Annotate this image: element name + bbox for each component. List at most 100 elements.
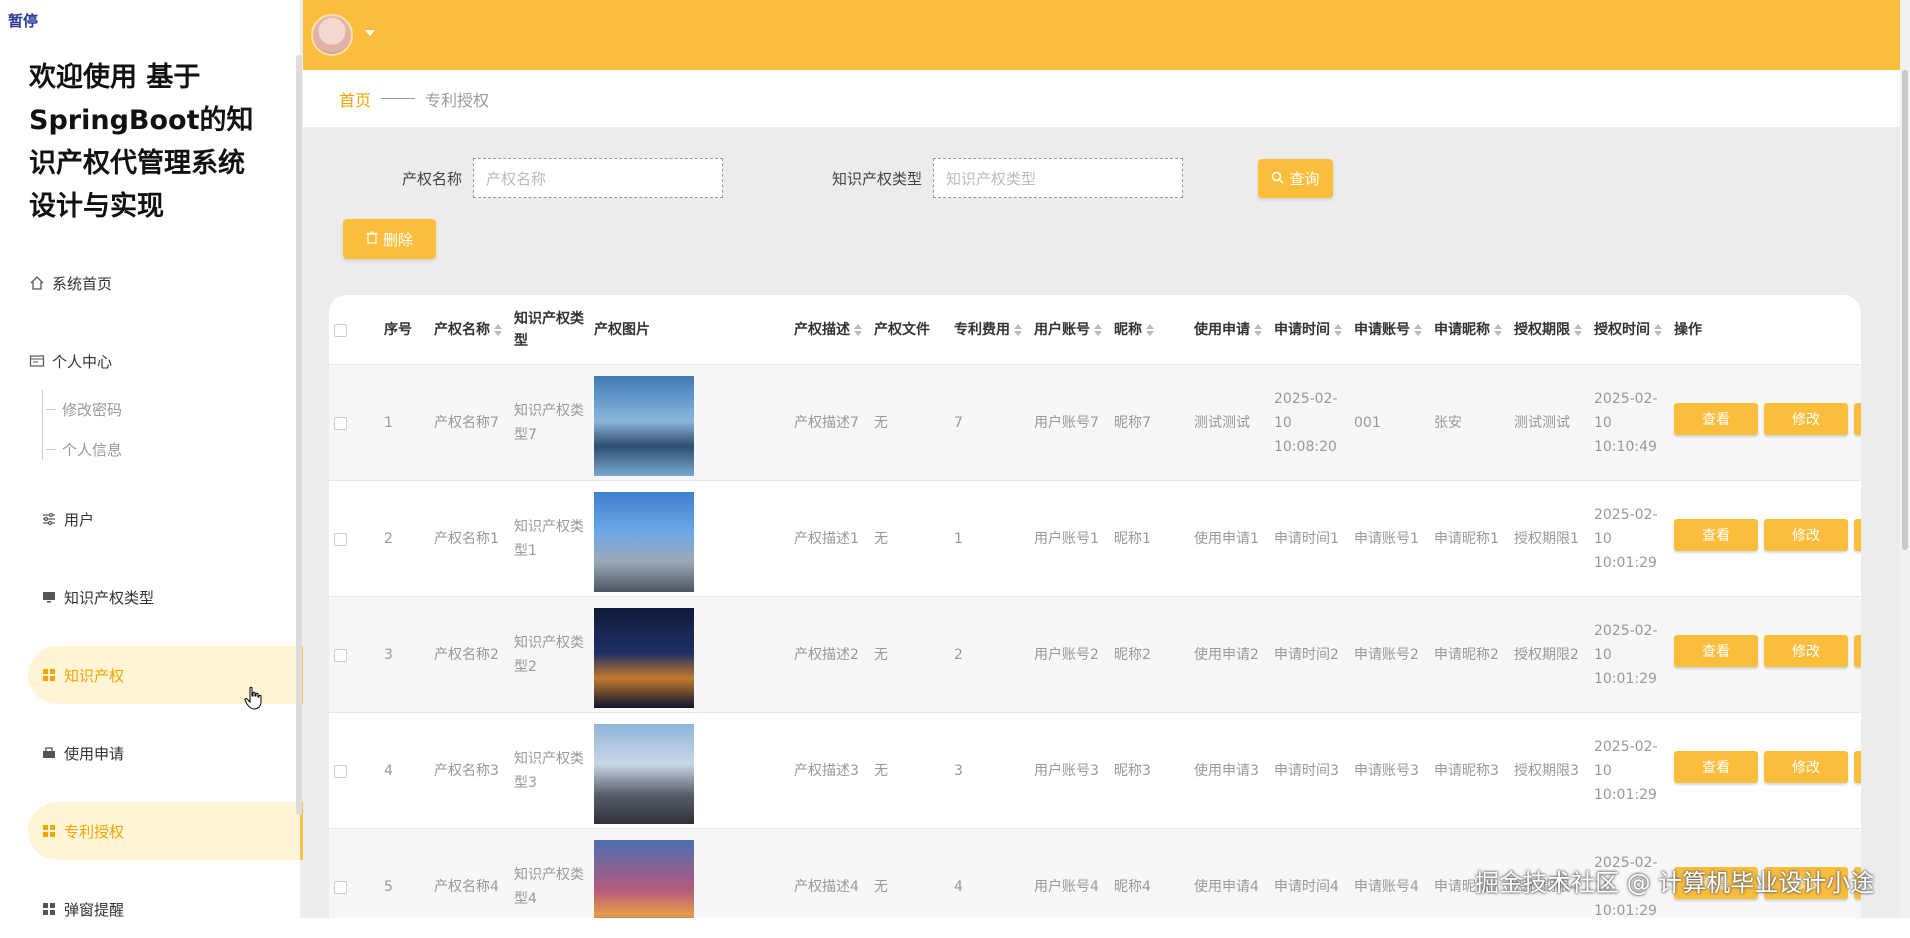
breadcrumb: 首页 专利授权 — [303, 70, 1900, 128]
cell-fee: 3 — [954, 763, 963, 779]
header-label: 用户账号 — [1034, 322, 1090, 338]
cell-name: 产权名称2 — [434, 647, 499, 663]
header-label: 申请昵称 — [1434, 322, 1490, 338]
more-action-button[interactable] — [1854, 519, 1861, 551]
sidebar-item-home[interactable]: 系统首页 — [28, 254, 303, 312]
cell-type: 知识产权类型1 — [514, 519, 584, 559]
select-all-checkbox[interactable] — [334, 295, 347, 365]
cell-period: 授权期限1 — [1514, 531, 1579, 547]
sort-icon[interactable] — [1254, 324, 1262, 336]
row-checkbox[interactable] — [334, 597, 347, 713]
cell-nick: 昵称1 — [1114, 531, 1151, 547]
breadcrumb-home[interactable]: 首页 — [339, 87, 371, 111]
cell-apply-time: 申请时间4 — [1274, 879, 1339, 895]
breadcrumb-separator — [381, 98, 416, 99]
header-grant-time[interactable]: 授权时间 — [1594, 295, 1662, 365]
edit-button[interactable]: 修改 — [1764, 403, 1848, 435]
sidebar-item-profile[interactable]: 个人中心 — [28, 332, 303, 390]
avatar[interactable] — [311, 14, 353, 56]
view-button-label: 查看 — [1702, 528, 1730, 544]
sort-icon[interactable] — [1094, 324, 1102, 336]
sort-icon[interactable] — [1574, 324, 1582, 336]
edit-button[interactable]: 修改 — [1764, 519, 1848, 551]
sidebar-subitem-change-password[interactable]: 修改密码 — [46, 399, 122, 420]
data-table: 序号 产权名称 知识产权类型 产权图片 产权描述 产权文件 专利费用 用户账号 … — [329, 295, 1861, 918]
row-checkbox[interactable] — [334, 829, 347, 918]
sidebar-item-ip-type[interactable]: 知识产权类型 — [28, 568, 303, 626]
header-label: 授权时间 — [1594, 322, 1650, 338]
cell-type: 知识产权类型3 — [514, 751, 584, 791]
row-checkbox[interactable] — [334, 713, 347, 829]
header-apply-nick[interactable]: 申请昵称 — [1434, 295, 1502, 365]
query-button[interactable]: 查询 — [1258, 159, 1333, 198]
view-button-label: 查看 — [1702, 644, 1730, 660]
view-button[interactable]: 查看 — [1674, 519, 1758, 551]
cell-apply-account: 申请账号1 — [1354, 531, 1419, 547]
sort-icon[interactable] — [1654, 324, 1662, 336]
sidebar-item-label: 使用申请 — [64, 744, 125, 763]
name-filter-label: 产权名称 — [402, 170, 463, 188]
cell-nick: 昵称4 — [1114, 879, 1151, 895]
edit-button[interactable]: 修改 — [1764, 635, 1848, 667]
header-account[interactable]: 用户账号 — [1034, 295, 1102, 365]
delete-button[interactable]: 删除 — [343, 219, 436, 259]
header-label: 产权描述 — [794, 322, 850, 338]
more-action-button[interactable] — [1854, 403, 1861, 435]
cell-apply-nick: 申请昵称3 — [1434, 763, 1499, 779]
sidebar: 欢迎使用 基于SpringBoot的知识产权代管理系统设计与实现 系统首页 个人… — [0, 0, 303, 919]
sort-icon[interactable] — [1414, 324, 1422, 336]
more-action-button[interactable] — [1854, 635, 1861, 667]
more-action-button[interactable] — [1854, 751, 1861, 783]
sidebar-item-patent-grant[interactable]: 专利授权 — [28, 802, 303, 860]
cell-period: 授权期限3 — [1514, 763, 1579, 779]
header-fee[interactable]: 专利费用 — [954, 295, 1022, 365]
row-checkbox[interactable] — [334, 481, 347, 597]
sidebar-item-label: 用户 — [64, 510, 95, 529]
header-apply-account[interactable]: 申请账号 — [1354, 295, 1422, 365]
cell-account: 用户账号1 — [1034, 531, 1099, 547]
cell-name: 产权名称7 — [434, 415, 499, 431]
sub-item-label: 修改密码 — [62, 401, 123, 419]
header-apply-time[interactable]: 申请时间 — [1274, 295, 1342, 365]
edit-button[interactable]: 修改 — [1764, 751, 1848, 783]
table-row: 3 产权名称2 知识产权类型2 产权描述2 无 2 用户账号2 昵称2 使用申请2 申请时间2 申请… — [329, 597, 1861, 713]
sort-icon[interactable] — [1014, 324, 1022, 336]
cell-apply: 使用申请4 — [1194, 879, 1259, 895]
sort-icon[interactable] — [494, 324, 502, 336]
sort-icon[interactable] — [1334, 324, 1342, 336]
header-label: 申请时间 — [1274, 322, 1330, 338]
cell-grant-time: 2025-02-10 10:01:29 — [1594, 623, 1658, 687]
cell-type: 知识产权类型4 — [514, 867, 584, 907]
header-image: 产权图片 — [594, 322, 650, 338]
row-checkbox[interactable] — [334, 365, 347, 481]
type-filter-input[interactable]: 知识产权类型 — [933, 158, 1183, 198]
header-nick[interactable]: 昵称 — [1114, 295, 1154, 365]
view-button[interactable]: 查看 — [1674, 635, 1758, 667]
sidebar-item-users[interactable]: 用户 — [28, 490, 303, 548]
sidebar-scrollbar[interactable] — [296, 55, 302, 815]
header-ops: 操作 — [1674, 322, 1702, 338]
cell-account: 用户账号3 — [1034, 763, 1099, 779]
sort-icon[interactable] — [1494, 324, 1502, 336]
cell-file: 无 — [874, 415, 888, 431]
header-name[interactable]: 产权名称 — [434, 295, 502, 365]
sort-icon[interactable] — [1146, 324, 1154, 336]
sidebar-subitem-personal-info[interactable]: 个人信息 — [46, 439, 122, 460]
header-period[interactable]: 授权期限 — [1514, 295, 1582, 365]
view-button[interactable]: 查看 — [1674, 751, 1758, 783]
header-apply[interactable]: 使用申请 — [1194, 295, 1262, 365]
name-filter-placeholder: 产权名称 — [486, 169, 547, 188]
page-scrollbar[interactable] — [1900, 0, 1910, 918]
sidebar-item-usage-apply[interactable]: 使用申请 — [28, 724, 303, 782]
header-desc[interactable]: 产权描述 — [794, 295, 862, 365]
sidebar-item-label: 系统首页 — [52, 274, 113, 293]
cell-file: 无 — [874, 531, 888, 547]
cell-apply-time: 申请时间2 — [1274, 647, 1339, 663]
cell-desc: 产权描述2 — [794, 647, 859, 663]
chevron-down-icon[interactable] — [365, 30, 375, 36]
name-filter-input[interactable]: 产权名称 — [473, 158, 723, 198]
sort-icon[interactable] — [854, 324, 862, 336]
sidebar-item-popup-reminder[interactable]: 弹窗提醒 — [28, 880, 303, 938]
table-header: 序号 产权名称 知识产权类型 产权图片 产权描述 产权文件 专利费用 用户账号 … — [329, 295, 1861, 365]
view-button[interactable]: 查看 — [1674, 403, 1758, 435]
